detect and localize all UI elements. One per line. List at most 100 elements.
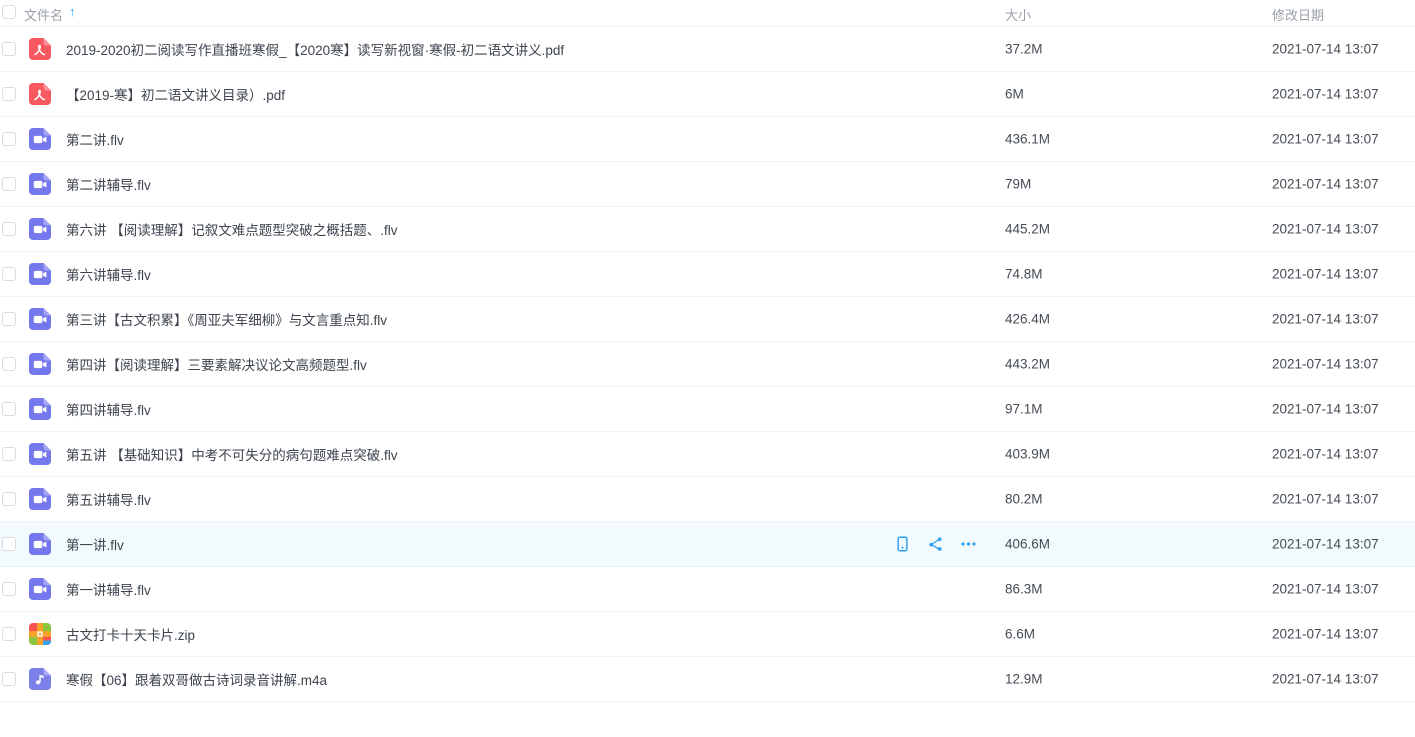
file-date: 2021-07-14 13:07	[1272, 222, 1379, 237]
video-file-icon	[28, 577, 52, 601]
row-actions	[893, 535, 978, 554]
row-checkbox[interactable]	[2, 627, 16, 641]
file-date: 2021-07-14 13:07	[1272, 42, 1379, 57]
file-name-link[interactable]: 【2019-寒】初二语文讲义目录）.pdf	[66, 84, 285, 104]
row-checkbox[interactable]	[2, 222, 16, 236]
file-name-link[interactable]: 第二讲.flv	[66, 129, 124, 149]
row-checkbox[interactable]	[2, 672, 16, 686]
share-icon[interactable]	[926, 535, 945, 554]
video-file-icon	[28, 442, 52, 466]
video-file-icon	[28, 352, 52, 376]
file-row[interactable]: 第二讲.flv 436.1M 2021-07-14 13:07	[0, 117, 1415, 162]
file-date: 2021-07-14 13:07	[1272, 87, 1379, 102]
video-file-icon	[28, 532, 52, 556]
file-date: 2021-07-14 13:07	[1272, 627, 1379, 642]
file-name-link[interactable]: 第一讲.flv	[66, 534, 124, 554]
file-size: 436.1M	[1005, 132, 1050, 147]
row-checkbox[interactable]	[2, 87, 16, 101]
file-row[interactable]: 第一讲辅导.flv 86.3M 2021-07-14 13:07	[0, 567, 1415, 612]
file-size: 6M	[1005, 87, 1024, 102]
file-row[interactable]: 第四讲【阅读理解】三要素解决议论文高频题型.flv 443.2M 2021-07…	[0, 342, 1415, 387]
file-row[interactable]: 古文打卡十天卡片.zip 6.6M 2021-07-14 13:07	[0, 612, 1415, 657]
file-row[interactable]: 第五讲辅导.flv 80.2M 2021-07-14 13:07	[0, 477, 1415, 522]
file-row[interactable]: 第六讲辅导.flv 74.8M 2021-07-14 13:07	[0, 252, 1415, 297]
file-name-link[interactable]: 寒假【06】跟着双哥做古诗词录音讲解.m4a	[66, 669, 327, 689]
row-checkbox[interactable]	[2, 267, 16, 281]
file-date: 2021-07-14 13:07	[1272, 447, 1379, 462]
column-header-size: 大小	[1005, 5, 1031, 24]
sort-ascending-arrow[interactable]: ↑	[69, 4, 76, 19]
file-row[interactable]: 第六讲 【阅读理解】记叙文难点题型突破之概括题、.flv 445.2M 2021…	[0, 207, 1415, 252]
more-actions-icon[interactable]	[959, 535, 978, 554]
video-file-icon	[28, 172, 52, 196]
file-size: 403.9M	[1005, 447, 1050, 462]
row-checkbox[interactable]	[2, 447, 16, 461]
video-file-icon	[28, 307, 52, 331]
video-file-icon	[28, 217, 52, 241]
video-file-icon	[28, 397, 52, 421]
file-list: 2019-2020初二阅读写作直播班寒假_【2020寒】读写新视窗·寒假-初二语…	[0, 27, 1415, 702]
file-row[interactable]: 寒假【06】跟着双哥做古诗词录音讲解.m4a 12.9M 2021-07-14 …	[0, 657, 1415, 702]
zip-file-icon	[28, 622, 52, 646]
pdf-file-icon	[28, 82, 52, 106]
table-header: 文件名 ↑ 大小 修改日期	[0, 0, 1415, 27]
file-name-link[interactable]: 2019-2020初二阅读写作直播班寒假_【2020寒】读写新视窗·寒假-初二语…	[66, 39, 564, 59]
file-name-link[interactable]: 第三讲【古文积累】《周亚夫军细柳》与文言重点知.flv	[66, 309, 387, 329]
file-name-link[interactable]: 第五讲 【基础知识】中考不可失分的病句题难点突破.flv	[66, 444, 398, 464]
file-date: 2021-07-14 13:07	[1272, 672, 1379, 687]
file-date: 2021-07-14 13:07	[1272, 132, 1379, 147]
file-row[interactable]: 第五讲 【基础知识】中考不可失分的病句题难点突破.flv 403.9M 2021…	[0, 432, 1415, 477]
file-size: 80.2M	[1005, 492, 1043, 507]
file-size: 406.6M	[1005, 537, 1050, 552]
file-name-link[interactable]: 第五讲辅导.flv	[66, 489, 151, 509]
file-size: 74.8M	[1005, 267, 1043, 282]
file-size: 79M	[1005, 177, 1031, 192]
file-table: 文件名 ↑ 大小 修改日期 2019-2020初二阅读写作直播班寒假_【2020…	[0, 0, 1415, 702]
column-header-date: 修改日期	[1272, 5, 1324, 24]
file-size: 86.3M	[1005, 582, 1043, 597]
file-row[interactable]: 第一讲.flv	[0, 522, 1415, 567]
file-row[interactable]: 第三讲【古文积累】《周亚夫军细柳》与文言重点知.flv 426.4M 2021-…	[0, 297, 1415, 342]
row-checkbox[interactable]	[2, 132, 16, 146]
row-checkbox[interactable]	[2, 402, 16, 416]
file-date: 2021-07-14 13:07	[1272, 492, 1379, 507]
audio-file-icon	[28, 667, 52, 691]
file-date: 2021-07-14 13:07	[1272, 582, 1379, 597]
row-checkbox[interactable]	[2, 312, 16, 326]
file-name-link[interactable]: 古文打卡十天卡片.zip	[66, 624, 195, 644]
file-size: 12.9M	[1005, 672, 1043, 687]
file-date: 2021-07-14 13:07	[1272, 537, 1379, 552]
file-size: 97.1M	[1005, 402, 1043, 417]
video-file-icon	[28, 262, 52, 286]
row-checkbox[interactable]	[2, 582, 16, 596]
row-checkbox[interactable]	[2, 492, 16, 506]
file-name-link[interactable]: 第六讲 【阅读理解】记叙文难点题型突破之概括题、.flv	[66, 219, 398, 239]
send-to-device-icon[interactable]	[893, 535, 912, 554]
file-row[interactable]: 第二讲辅导.flv 79M 2021-07-14 13:07	[0, 162, 1415, 207]
file-date: 2021-07-14 13:07	[1272, 402, 1379, 417]
row-checkbox[interactable]	[2, 537, 16, 551]
select-all-checkbox[interactable]	[2, 5, 16, 19]
file-date: 2021-07-14 13:07	[1272, 177, 1379, 192]
file-name-link[interactable]: 第一讲辅导.flv	[66, 579, 151, 599]
file-row[interactable]: 第四讲辅导.flv 97.1M 2021-07-14 13:07	[0, 387, 1415, 432]
video-file-icon	[28, 127, 52, 151]
file-row[interactable]: 2019-2020初二阅读写作直播班寒假_【2020寒】读写新视窗·寒假-初二语…	[0, 27, 1415, 72]
file-size: 6.6M	[1005, 627, 1035, 642]
video-file-icon	[28, 487, 52, 511]
row-checkbox[interactable]	[2, 357, 16, 371]
file-row[interactable]: 【2019-寒】初二语文讲义目录）.pdf 6M 2021-07-14 13:0…	[0, 72, 1415, 117]
file-name-link[interactable]: 第四讲【阅读理解】三要素解决议论文高频题型.flv	[66, 354, 367, 374]
file-name-link[interactable]: 第四讲辅导.flv	[66, 399, 151, 419]
file-size: 426.4M	[1005, 312, 1050, 327]
row-checkbox[interactable]	[2, 177, 16, 191]
file-size: 443.2M	[1005, 357, 1050, 372]
file-size: 37.2M	[1005, 42, 1043, 57]
file-date: 2021-07-14 13:07	[1272, 357, 1379, 372]
file-size: 445.2M	[1005, 222, 1050, 237]
file-date: 2021-07-14 13:07	[1272, 267, 1379, 282]
file-name-link[interactable]: 第六讲辅导.flv	[66, 264, 151, 284]
row-checkbox[interactable]	[2, 42, 16, 56]
file-name-link[interactable]: 第二讲辅导.flv	[66, 174, 151, 194]
column-header-filename[interactable]: 文件名	[24, 5, 63, 24]
